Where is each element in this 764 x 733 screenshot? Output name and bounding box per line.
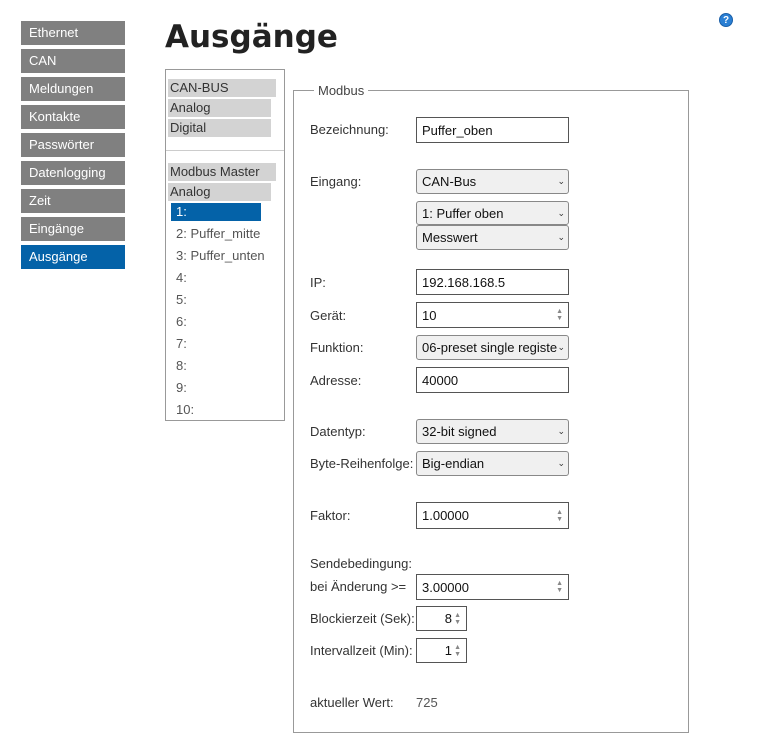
intervallzeit-label: Intervallzeit (Min): — [310, 643, 413, 658]
funktion-value: 06-preset single registe — [422, 340, 558, 355]
funktion-label: Funktion: — [310, 340, 364, 355]
sidebar-nav: Ethernet CAN Meldungen Kontakte Passwört… — [21, 21, 125, 273]
aenderung-input[interactable]: 3.00000 ▲ ▼ — [416, 574, 569, 600]
eingang-source-select[interactable]: 1: Puffer oben ⌄ — [416, 201, 569, 225]
help-icon[interactable]: ? — [719, 13, 733, 27]
tree-item-can-analog[interactable]: Analog — [168, 99, 271, 117]
bezeichnung-label: Bezeichnung: — [310, 122, 389, 137]
tree-item-can-digital[interactable]: Digital — [168, 119, 271, 137]
byte-order-value: Big-endian — [422, 456, 485, 471]
nav-item-passwoerter[interactable]: Passwörter — [21, 133, 125, 157]
tree-item-5[interactable]: 5: — [171, 289, 284, 311]
byte-order-select[interactable]: Big-endian ⌄ — [416, 451, 569, 476]
nav-item-can[interactable]: CAN — [21, 49, 125, 73]
byte-order-label: Byte-Reihenfolge: — [310, 456, 414, 471]
spinner-icon[interactable]: ▲ ▼ — [556, 308, 563, 322]
chevron-down-icon: ⌄ — [557, 342, 565, 352]
chevron-down-icon: ⌄ — [557, 426, 565, 436]
chevron-down-icon: ⌄ — [557, 207, 565, 218]
eingang-label: Eingang: — [310, 174, 362, 189]
eingang-source-value: 1: Puffer oben — [422, 205, 504, 221]
bezeichnung-input[interactable]: Puffer_oben — [416, 117, 569, 143]
faktor-label: Faktor: — [310, 508, 351, 523]
tree-item-2[interactable]: 2: Puffer_mitte — [171, 223, 284, 245]
tree-item-modbus-analog[interactable]: Analog — [168, 183, 271, 201]
ip-value: 192.168.168.5 — [422, 274, 506, 290]
adresse-label: Adresse: — [310, 373, 362, 388]
output-tree: CAN-BUS Analog Digital Modbus Master Ana… — [165, 69, 285, 421]
blockierzeit-label: Blockierzeit (Sek): — [310, 611, 415, 626]
nav-item-datenlogging[interactable]: Datenlogging — [21, 161, 125, 185]
tree-item-6[interactable]: 6: — [171, 311, 284, 333]
intervallzeit-input[interactable]: 1 ▲ ▼ — [416, 638, 467, 663]
tree-item-1[interactable]: 1: Puffer_oben — [171, 203, 261, 237]
tree-item-8[interactable]: 8: — [171, 355, 284, 377]
chevron-down-icon: ⌄ — [557, 458, 565, 468]
geraet-input[interactable]: 10 ▲ ▼ — [416, 302, 569, 328]
datentyp-value: 32-bit signed — [422, 424, 497, 439]
spinner-icon[interactable]: ▲ ▼ — [556, 509, 563, 523]
aenderung-value: 3.00000 — [422, 579, 469, 595]
geraet-value: 10 — [422, 307, 437, 323]
nav-item-eingaenge[interactable]: Eingänge — [21, 217, 125, 241]
funktion-select[interactable]: 06-preset single registe ⌄ — [416, 335, 569, 360]
page-title: Ausgänge — [165, 19, 338, 55]
ip-label: IP: — [310, 275, 326, 290]
chevron-down-icon: ⌄ — [557, 232, 565, 242]
chevron-down-icon: ⌄ — [557, 176, 565, 186]
datentyp-label: Datentyp: — [310, 424, 366, 439]
aktueller-wert-value: 725 — [416, 695, 438, 710]
tree-item-4[interactable]: 4: — [171, 267, 284, 289]
intervallzeit-value: 1 — [444, 643, 452, 658]
nav-item-meldungen[interactable]: Meldungen — [21, 77, 125, 101]
blockierzeit-value: 8 — [444, 611, 452, 626]
adresse-input[interactable]: 40000 — [416, 367, 569, 393]
aktueller-wert-label: aktueller Wert: — [310, 695, 394, 710]
aenderung-label: bei Änderung >= — [310, 579, 407, 594]
tree-group-modbus-master[interactable]: Modbus Master — [168, 163, 276, 181]
faktor-value: 1.00000 — [422, 508, 469, 523]
spinner-icon[interactable]: ▲ ▼ — [454, 644, 461, 658]
ip-input[interactable]: 192.168.168.5 — [416, 269, 569, 295]
eingang-type-select[interactable]: Messwert ⌄ — [416, 225, 569, 250]
faktor-input[interactable]: 1.00000 ▲ ▼ — [416, 502, 569, 529]
tree-item-7[interactable]: 7: — [171, 333, 284, 355]
tree-group-can-bus[interactable]: CAN-BUS — [168, 79, 276, 97]
geraet-label: Gerät: — [310, 308, 347, 323]
nav-item-zeit[interactable]: Zeit — [21, 189, 125, 213]
nav-item-ethernet[interactable]: Ethernet — [21, 21, 125, 45]
spinner-icon[interactable]: ▲ ▼ — [454, 612, 461, 626]
nav-item-ausgaenge[interactable]: Ausgänge — [21, 245, 125, 269]
blockierzeit-input[interactable]: 8 ▲ ▼ — [416, 606, 467, 631]
spinner-icon[interactable]: ▲ ▼ — [556, 580, 563, 594]
adresse-value: 40000 — [422, 372, 459, 388]
eingang-select[interactable]: CAN-Bus ⌄ — [416, 169, 569, 194]
tree-item-10[interactable]: 10: — [171, 399, 284, 420]
sendebedingung-label: Sendebedingung: — [310, 556, 412, 571]
tree-item-3[interactable]: 3: Puffer_unten — [171, 245, 284, 267]
modbus-legend: Modbus — [318, 83, 365, 98]
tree-item-9[interactable]: 9: — [171, 377, 284, 399]
bezeichnung-value: Puffer_oben — [422, 122, 493, 138]
eingang-value: CAN-Bus — [422, 174, 477, 189]
datentyp-select[interactable]: 32-bit signed ⌄ — [416, 419, 569, 444]
eingang-type-value: Messwert — [422, 230, 478, 245]
nav-item-kontakte[interactable]: Kontakte — [21, 105, 125, 129]
